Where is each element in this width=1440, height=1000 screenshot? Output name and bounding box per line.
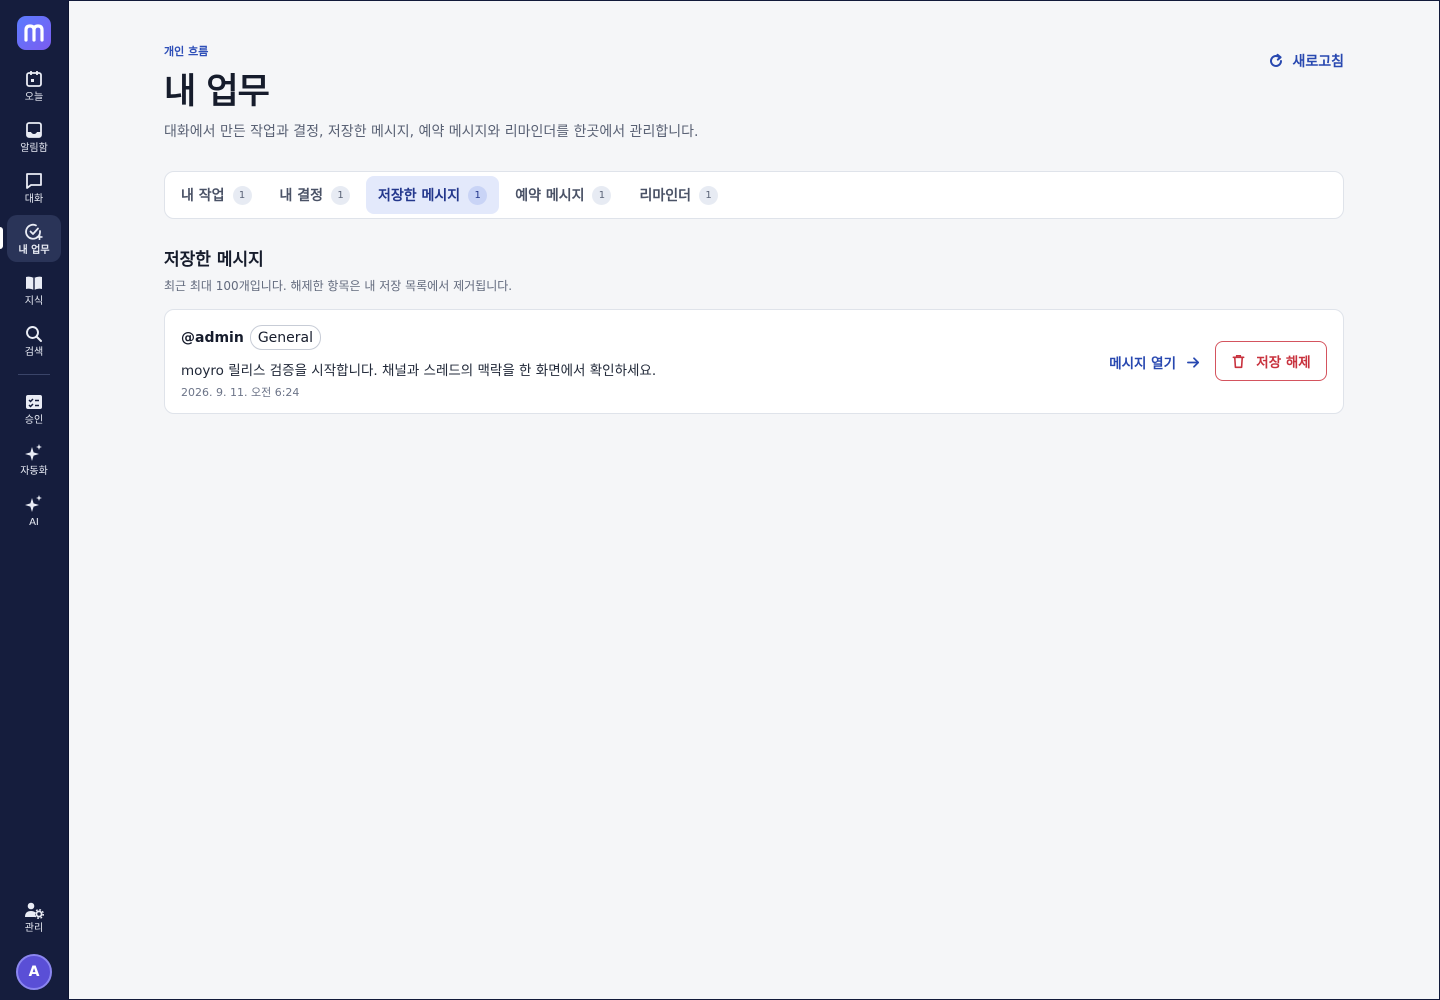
tab-label: 리마인더 xyxy=(639,188,691,204)
unsave-button[interactable]: 저장 해제 xyxy=(1215,341,1327,381)
unsave-label: 저장 해제 xyxy=(1256,355,1311,371)
sidebar-item-search[interactable]: 검색 xyxy=(7,317,61,364)
message-timestamp: 2026. 9. 11. 오전 6:24 xyxy=(181,386,300,399)
count-badge: 1 xyxy=(592,185,612,205)
sidebar-item-label: 알림함 xyxy=(20,142,48,154)
message-author[interactable]: @admin xyxy=(181,330,244,346)
tab-bar: 내 작업 1 내 결정 1 저장한 메시지 1 예약 메시지 1 리마인더 1 xyxy=(164,171,1344,219)
approval-icon xyxy=(26,394,42,409)
count-badge: 1 xyxy=(232,185,252,205)
app-logo[interactable] xyxy=(17,16,51,50)
sidebar-item-inbox[interactable]: 알림함 xyxy=(7,113,61,160)
inbox-icon xyxy=(26,121,42,138)
sparkle-icon xyxy=(25,443,42,461)
count-badge: 1 xyxy=(468,185,488,205)
trash-icon xyxy=(1232,354,1245,368)
refresh-button[interactable]: 새로고침 xyxy=(1268,49,1344,73)
section-title: 저장한 메시지 xyxy=(164,250,264,270)
sidebar-item-label: 승인 xyxy=(24,414,44,426)
message-text: moyro 릴리스 검증을 시작합니다. 채널과 스레드의 맥락을 한 화면에서… xyxy=(181,363,657,379)
tab-label: 저장한 메시지 xyxy=(378,188,461,204)
sidebar-item-label: 자동화 xyxy=(20,465,48,477)
open-message-label: 메시지 열기 xyxy=(1109,356,1176,372)
refresh-icon xyxy=(1270,53,1283,67)
sidebar-item-automation[interactable]: 자동화 xyxy=(7,436,61,483)
tab-label: 예약 메시지 xyxy=(515,188,585,204)
page-eyebrow: 개인 흐름 xyxy=(164,45,209,58)
sidebar: 오늘 알림함 대화 내 업무 지식 검색 승인 자동화 AI 관리 A xyxy=(0,0,68,1000)
sidebar-item-label: 관리 xyxy=(24,922,44,934)
book-icon xyxy=(26,276,42,290)
sidebar-item-approval[interactable]: 승인 xyxy=(7,385,61,432)
sidebar-item-label: 대화 xyxy=(24,193,44,205)
tab-saved-messages[interactable]: 저장한 메시지 1 xyxy=(366,176,500,214)
search-icon xyxy=(26,325,42,342)
user-avatar[interactable]: A xyxy=(16,954,52,990)
section-description: 최근 최대 100개입니다. 해제한 항목은 내 저장 목록에서 제거됩니다. xyxy=(164,279,513,293)
sidebar-item-admin[interactable]: 관리 xyxy=(7,893,61,940)
main-content: 개인 흐름 내 업무 대화에서 만든 작업과 결정, 저장한 메시지, 예약 메… xyxy=(68,1,1439,999)
tab-reminders[interactable]: 리마인더 1 xyxy=(627,176,730,214)
tab-label: 내 작업 xyxy=(181,188,225,204)
tab-label: 내 결정 xyxy=(279,188,324,204)
sidebar-item-label: 검색 xyxy=(24,346,44,358)
tab-my-decisions[interactable]: 내 결정 1 xyxy=(268,176,363,214)
app-window: 오늘 알림함 대화 내 업무 지식 검색 승인 자동화 AI 관리 A 개인 흐… xyxy=(0,0,1440,1000)
sidebar-item-knowledge[interactable]: 지식 xyxy=(7,266,61,313)
sidebar-item-label: 오늘 xyxy=(24,91,44,103)
tab-my-tasks[interactable]: 내 작업 1 xyxy=(169,176,264,214)
count-badge: 1 xyxy=(699,185,718,205)
page-description: 대화에서 만든 작업과 결정, 저장한 메시지, 예약 메시지와 리마인더를 한… xyxy=(164,124,699,140)
sidebar-item-my-work[interactable]: 내 업무 xyxy=(0,215,61,262)
sidebar-item-label: 지식 xyxy=(24,295,44,307)
sidebar-item-chat[interactable]: 대화 xyxy=(7,164,61,211)
channel-badge[interactable]: General xyxy=(249,325,322,350)
admin-gear-user-icon xyxy=(25,902,44,919)
sidebar-item-label: AI xyxy=(29,516,39,528)
sidebar-item-today[interactable]: 오늘 xyxy=(7,62,61,109)
calendar-icon xyxy=(26,70,42,87)
refresh-label: 새로고침 xyxy=(1292,54,1344,70)
message-header: @admin General xyxy=(181,325,322,350)
chat-icon xyxy=(26,172,42,189)
sidebar-item-ai[interactable]: AI xyxy=(7,487,61,534)
open-message-link[interactable]: 메시지 열기 xyxy=(1109,350,1201,374)
sparkle-icon xyxy=(25,494,42,512)
task-check-icon xyxy=(25,223,43,240)
sidebar-divider xyxy=(18,374,50,375)
arrow-right-icon xyxy=(1187,356,1200,368)
saved-message-card: @admin General moyro 릴리스 검증을 시작합니다. 채널과 … xyxy=(164,309,1344,414)
page-title: 내 업무 xyxy=(164,72,270,112)
count-badge: 1 xyxy=(331,185,351,205)
sidebar-bottom: 관리 A xyxy=(0,893,68,990)
tab-scheduled-messages[interactable]: 예약 메시지 1 xyxy=(503,176,623,214)
logo-m-icon xyxy=(24,24,44,42)
sidebar-item-label: 내 업무 xyxy=(18,244,50,256)
